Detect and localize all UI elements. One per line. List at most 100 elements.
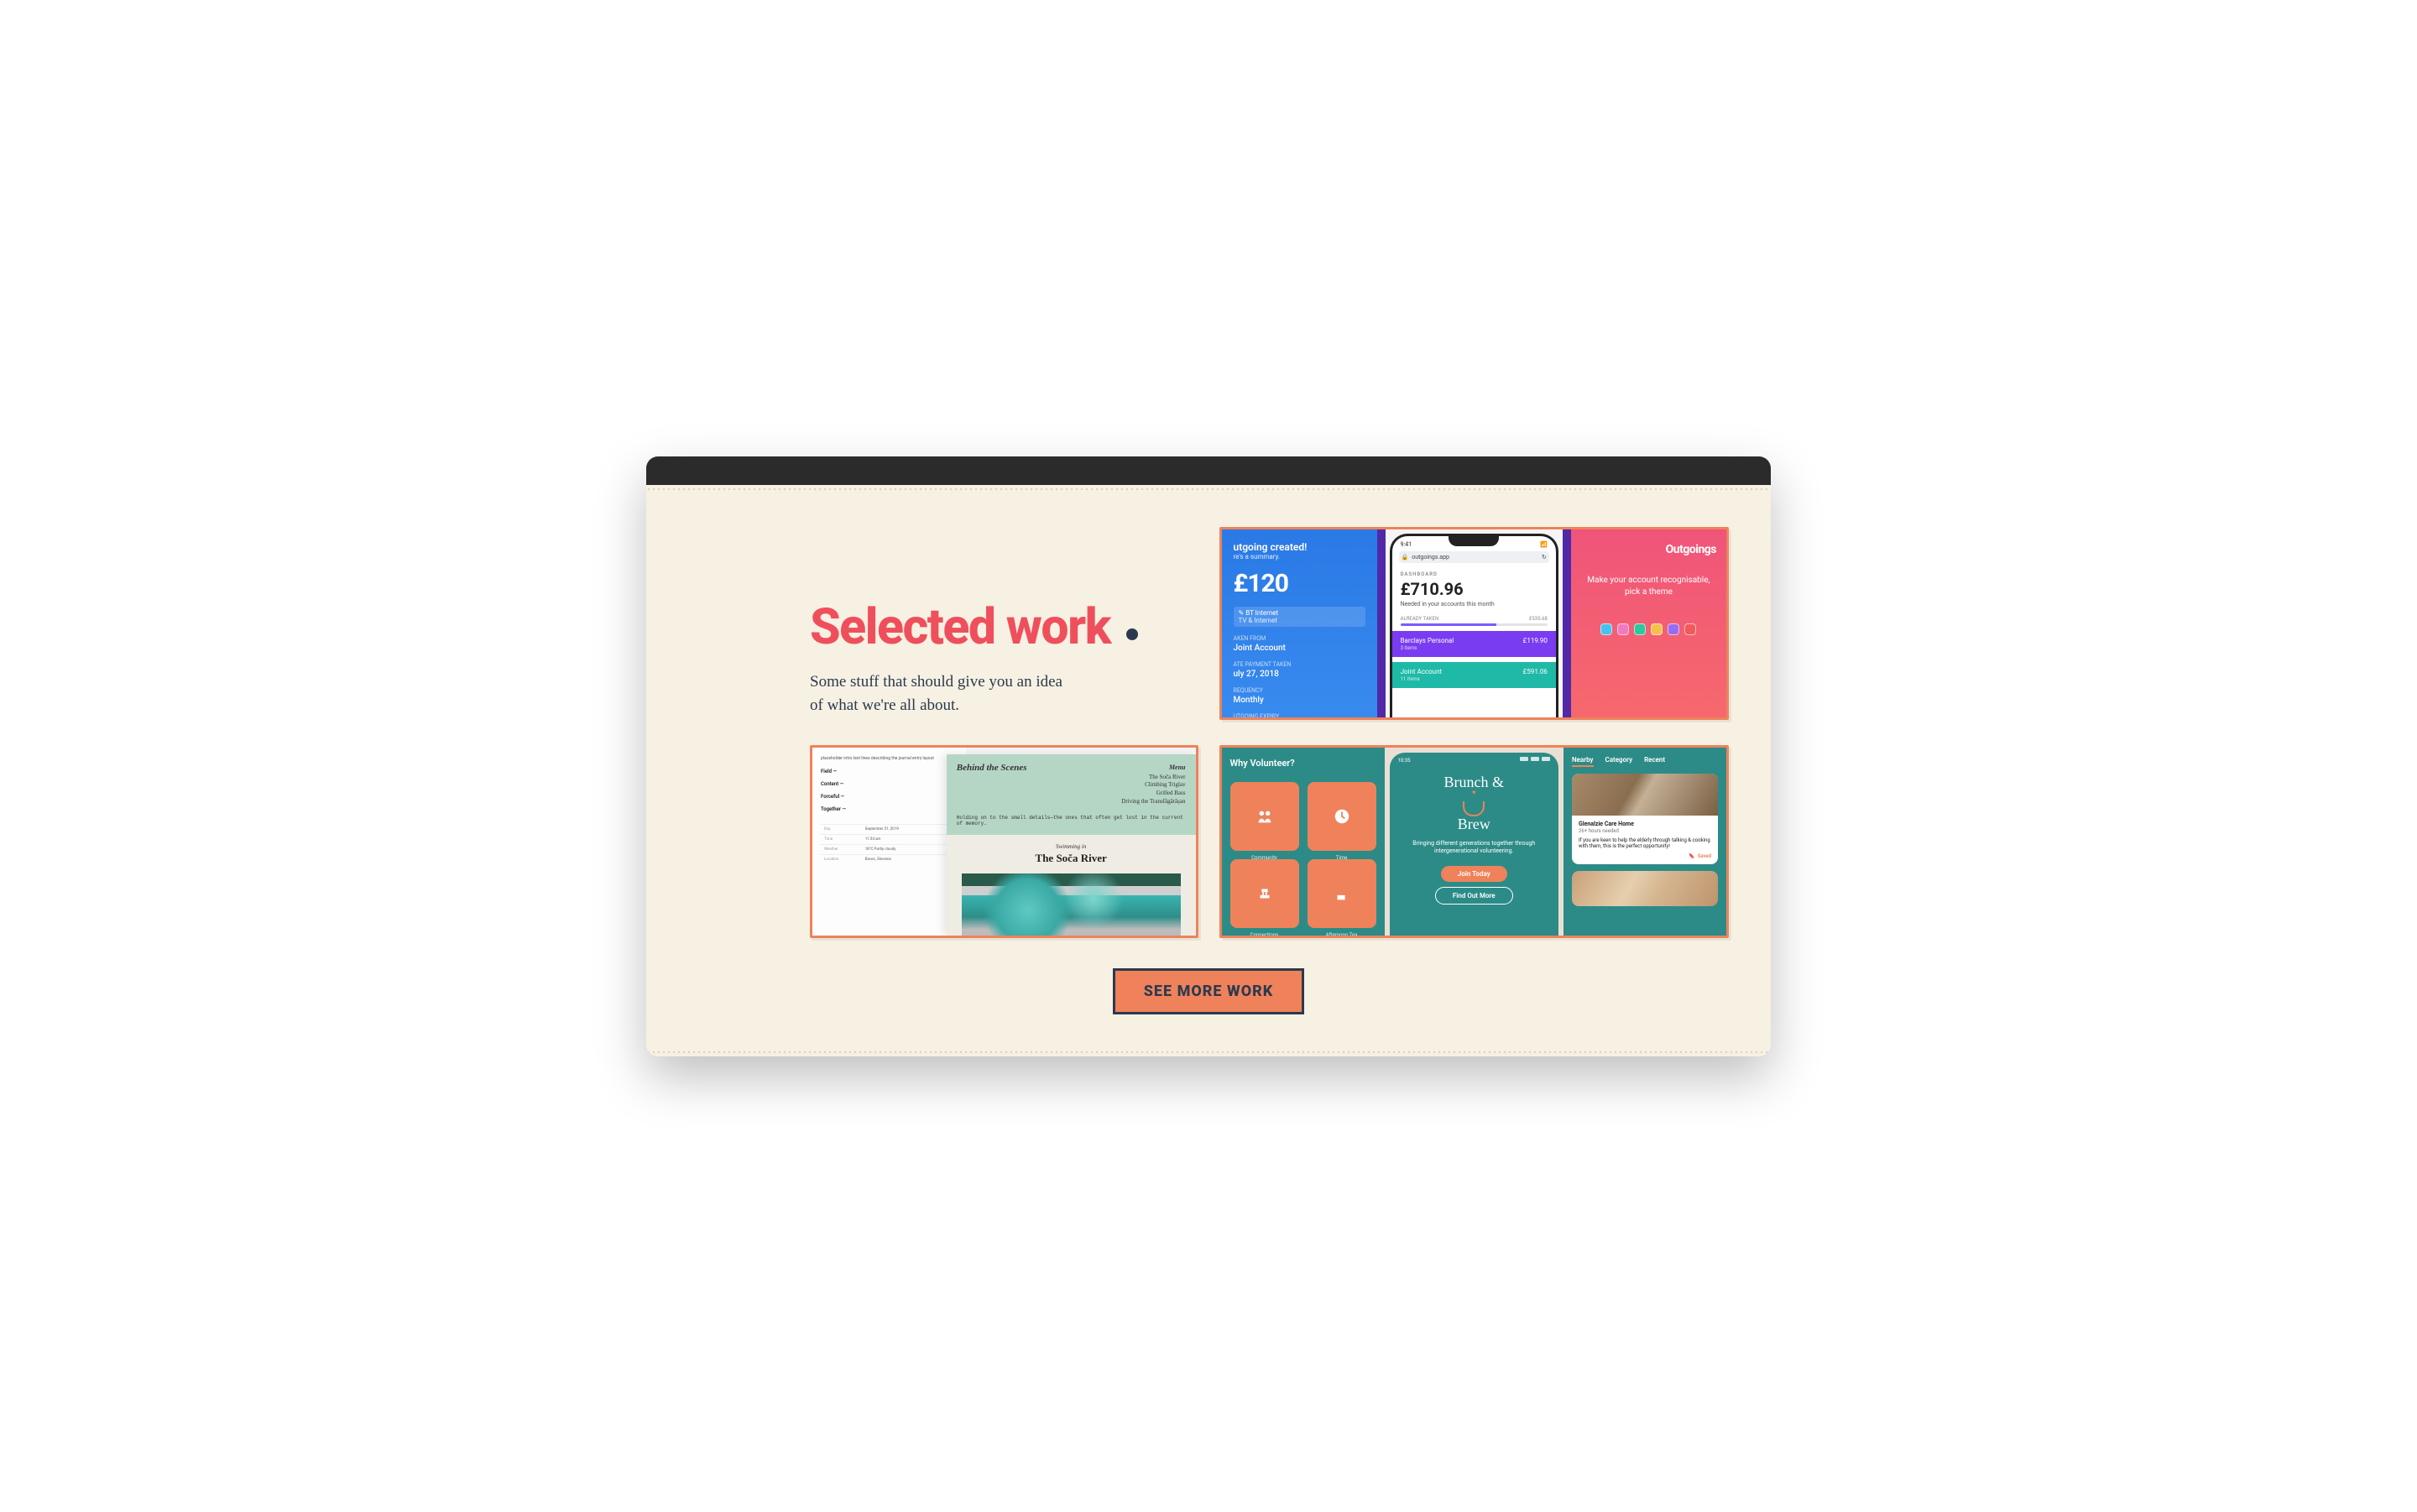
account-items: 11 items [1401,676,1443,682]
cup-icon [1463,801,1485,816]
url-bar: 🔒 outgoings.app ↻ [1399,551,1549,563]
swatch-green[interactable] [1634,623,1646,635]
account-row-barclays: Barclays Personal 3 items £119.90 [1392,631,1556,657]
already-value: £535.68 [1529,616,1548,622]
account-amount: £119.90 [1523,637,1548,651]
heading-block: Selected work Some stuff that should giv… [688,527,1198,718]
progress-bar [1401,623,1548,626]
phone-mock: 9:41 📶 🔒 outgoings.app ↻ DASHBOARD £710.… [1392,536,1556,720]
see-more-work-button[interactable]: SEE MORE WORK [1113,968,1305,1014]
window-titlebar [646,456,1771,485]
phone-status-icons [1520,757,1550,761]
freq-value: Monthly [1234,696,1365,705]
listing-tabs: Nearby Category Recent [1572,756,1718,767]
tab-nearby[interactable]: Nearby [1572,756,1594,767]
title-dot-icon [1126,628,1138,640]
account-label: AKEN FROM [1234,635,1365,642]
soca-article-panel: Behind the Scenes Menu The Soča River Cl… [947,754,1196,936]
dash-label: DASHBOARD [1401,571,1548,577]
refresh-icon: ↻ [1542,554,1547,560]
signal-icon: 📶 [1540,541,1548,548]
soca-menu: Menu The Soča River Climbing Triglav Gri… [1121,763,1185,806]
menu-item[interactable]: The Soča River [1121,774,1185,782]
soca-quote: Holding on to the small details—the ones… [947,811,1196,835]
brunch-tagline: Bringing different generations together … [1400,840,1548,857]
menu-item[interactable]: Grilled Bass [1121,790,1185,798]
lock-icon: 🔒 [1402,554,1409,560]
account-value: Joint Account [1234,644,1365,653]
table-row: LocationBovec, Slovenia [821,855,958,865]
work-card-outgoings[interactable]: utgoing created! re's a summary. £120 ✎ … [1219,527,1730,720]
outgoings-summary-panel: utgoing created! re's a summary. £120 ✎ … [1222,529,1377,720]
progress-labels: ALREADY TAKEN £535.68 [1392,616,1556,622]
soca-sec-0: Field — [821,769,958,774]
swatch-blue[interactable] [1600,623,1612,635]
menu-item[interactable]: Climbing Triglav [1121,781,1185,790]
listing-photo [1572,774,1718,816]
join-today-button[interactable]: Join Today [1441,866,1507,882]
afternoon-tea-icon: Afternoon Tea [1308,859,1376,928]
table-row: DaySeptember 21, 2019 [821,825,958,835]
listing-saved: 🔖 Saved [1579,853,1711,859]
river-photo [962,873,1181,936]
account-name: Joint Account [1401,668,1443,675]
soca-meta-table: DaySeptember 21, 2019 Time11:24 am Weath… [821,824,958,864]
expiry-label: UTGOING EXPIRY [1234,713,1365,720]
brunch-brew-logo: Brunch & ♥ Brew [1443,774,1504,832]
listing-card-secondary[interactable] [1572,871,1718,906]
status-time: 9:41 [1401,541,1412,548]
soca-sec-3: Together — [821,806,958,812]
summary-amount: £120 [1234,569,1365,598]
freq-label: REQUENCY [1234,687,1365,694]
soca-sec-1: Content — [821,781,958,787]
menu-item[interactable]: Driving the Transfăgărășan [1121,798,1185,806]
bookmark-icon: 🔖 [1689,853,1694,859]
page-title: Selected work [810,602,1198,652]
browser-window: Selected work Some stuff that should giv… [646,456,1771,1056]
brunch-phone: 10:35 Brunch & ♥ Brew Bringing different… [1390,753,1558,938]
tab-recent[interactable]: Recent [1644,756,1665,767]
work-card-soca[interactable]: placeholder intro text lines describing … [810,745,1198,938]
soca-journal-panel: placeholder intro text lines describing … [812,748,966,936]
swatch-row [1600,623,1696,635]
table-row: Weather18°C Partly cloudy [821,845,958,855]
theme-message: Make your account recognisable, pick a t… [1581,575,1716,598]
brunch-phone-panel: 10:35 Brunch & ♥ Brew Bringing different… [1385,748,1563,938]
soca-hero: Swimming in The Soča River [947,835,1196,936]
decorative-border-bottom [646,1048,1771,1056]
saved-label: Saved [1698,853,1711,859]
swatch-yellow[interactable] [1651,623,1663,635]
account-row-joint: Joint Account 11 items £591.06 [1392,662,1556,688]
outgoings-phone-panel: 9:41 📶 🔒 outgoings.app ↻ DASHBOARD £710.… [1377,529,1571,720]
work-card-brunch[interactable]: Why Volunteer? Community Time Connect [1219,745,1730,938]
swatch-purple[interactable] [1668,623,1679,635]
page-subtitle: Some stuff that should give you an idea … [810,670,1078,718]
listing-title: Glenalzie Care Home [1579,821,1711,827]
why-heading: Why Volunteer? [1230,758,1376,769]
swatch-pink[interactable] [1617,623,1629,635]
summary-title: utgoing created! [1234,541,1365,553]
table-row: Time11:24 am [821,835,958,845]
outgoings-theme-panel: Outgoings Make your account recognisable… [1571,529,1726,720]
already-label: ALREADY TAKEN [1401,616,1439,622]
find-out-more-button[interactable]: Find Out More [1435,887,1513,905]
heart-icon: ♥ [1472,790,1476,796]
logo-text-top: Brunch & [1443,774,1504,790]
soca-sec-2: Forceful — [821,794,958,800]
phone-notch [1449,536,1499,546]
listing-desc: If you are keen to help the elderly thro… [1579,837,1711,851]
listing-card[interactable]: Glenalzie Care Home 26+ hours needed If … [1572,774,1718,865]
brunch-why-panel: Why Volunteer? Community Time Connect [1222,748,1385,938]
swatch-red[interactable] [1684,623,1696,635]
brand-logo: Outgoings [1666,543,1716,556]
decorative-border-top [646,485,1771,493]
date-label: ATE PAYMENT TAKEN [1234,661,1365,668]
community-icon: Community [1230,782,1299,851]
tab-category[interactable]: Category [1605,756,1633,767]
icon-label: Afternoon Tea [1308,932,1376,938]
url-text: outgoings.app [1412,554,1449,560]
merchant-category: TV & Internet [1239,617,1360,624]
account-name: Barclays Personal [1401,637,1454,644]
soca-blurb: placeholder intro text lines describing … [821,756,958,763]
time-icon: Time [1308,782,1376,851]
